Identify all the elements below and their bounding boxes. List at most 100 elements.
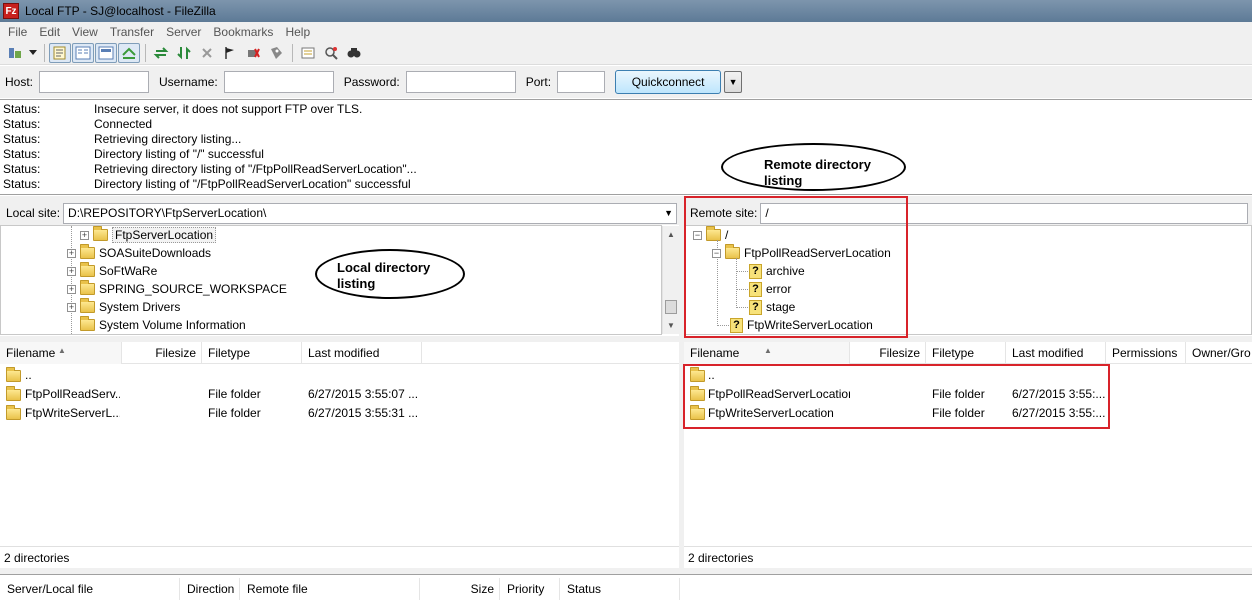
local-tree-item[interactable]: + SPRING_SOURCE_WORKSPACE: [67, 280, 287, 298]
file-row[interactable]: FtpWriteServerL... File folder 6/27/2015…: [0, 404, 679, 423]
toggle-remote-tree-icon: [98, 46, 114, 59]
local-tree-item[interactable]: + SoFtWaRe: [67, 262, 157, 280]
directory-filter-button[interactable]: [265, 43, 287, 63]
column-priority[interactable]: Priority: [500, 578, 560, 600]
cancel-button[interactable]: [196, 43, 218, 63]
log-row: Status: Retrieving directory listing of "…: [0, 162, 1252, 177]
folder-icon: [80, 316, 95, 331]
column-filetype[interactable]: Filetype: [202, 342, 302, 364]
column-filename[interactable]: Filename ▲: [0, 342, 122, 364]
file-type: File folder: [208, 387, 261, 401]
expand-icon[interactable]: +: [67, 266, 76, 276]
refresh-button[interactable]: [150, 43, 172, 63]
toolbar-separator: [292, 43, 293, 62]
column-direction[interactable]: Direction: [180, 578, 240, 600]
toggle-queue-button[interactable]: [118, 42, 140, 63]
column-remote-file[interactable]: Remote file: [240, 578, 420, 600]
process-queue-icon: [177, 46, 191, 59]
expand-icon[interactable]: +: [67, 248, 76, 258]
local-directory-callout: Local directory listing: [315, 249, 465, 299]
menu-bookmarks[interactable]: Bookmarks: [207, 25, 279, 39]
menu-edit[interactable]: Edit: [33, 25, 66, 39]
search-button[interactable]: [343, 43, 365, 63]
toolbar-separator: [145, 43, 146, 62]
remote-file-list-header: Filename ▲ Filesize Filetype Last modifi…: [684, 342, 1252, 364]
file-row[interactable]: ..: [0, 366, 679, 385]
menu-file[interactable]: File: [2, 25, 33, 39]
toggle-message-log-button[interactable]: [49, 42, 71, 63]
folder-icon: [6, 367, 21, 382]
log-message: Directory listing of "/" successful: [94, 147, 264, 161]
scroll-up-icon[interactable]: ▲: [663, 226, 679, 243]
window-title: Local FTP - SJ@localhost - FileZilla: [25, 4, 216, 18]
message-log[interactable]: Status: Insecure server, it does not supp…: [0, 99, 1252, 195]
compare-button[interactable]: [297, 43, 319, 63]
column-status[interactable]: Status: [560, 578, 680, 600]
site-manager-icon: [9, 47, 21, 58]
directory-filter-icon: [271, 46, 282, 59]
column-server-local-file[interactable]: Server/Local file: [0, 578, 180, 600]
file-name: FtpPollReadServ...: [25, 387, 120, 401]
column-size[interactable]: Size: [420, 578, 500, 600]
disconnect-button[interactable]: [219, 43, 241, 63]
site-manager-button[interactable]: [4, 43, 26, 63]
expand-icon[interactable]: +: [67, 302, 76, 312]
host-input[interactable]: [39, 71, 150, 93]
tree-item-label: System Drivers: [99, 300, 181, 314]
folder-icon: [6, 386, 21, 401]
process-queue-button[interactable]: [173, 43, 195, 63]
remote-directory-callout: Remote directory listing: [721, 143, 906, 191]
column-filename[interactable]: Filename ▲: [684, 342, 850, 364]
toggle-remote-tree-button[interactable]: [95, 42, 117, 63]
local-file-list[interactable]: .. FtpPollReadServ... File folder 6/27/2…: [0, 364, 679, 546]
log-row: Status: Retrieving directory listing...: [0, 132, 1252, 147]
local-tree-scrollbar[interactable]: ▲ ▼: [662, 226, 679, 334]
folder-icon: [80, 298, 95, 313]
sync-browse-button[interactable]: [320, 43, 342, 63]
reconnect-button[interactable]: [242, 43, 264, 63]
menu-view[interactable]: View: [66, 25, 104, 39]
scroll-down-icon[interactable]: ▼: [663, 317, 679, 334]
username-input[interactable]: [223, 71, 334, 93]
file-name: FtpWriteServerL...: [25, 406, 120, 420]
tree-item-label: SOASuiteDownloads: [99, 246, 212, 260]
local-tree-item[interactable]: + FtpServerLocation: [67, 226, 217, 244]
remote-status-line: 2 directories: [684, 546, 1252, 568]
log-row: Status: Directory listing of "/" successf…: [0, 147, 1252, 162]
log-type: Status:: [3, 162, 41, 176]
column-filetype[interactable]: Filetype: [926, 342, 1006, 364]
menu-server[interactable]: Server: [160, 25, 207, 39]
scrollbar-thumb[interactable]: [665, 300, 677, 314]
toggle-local-tree-icon: [75, 46, 91, 59]
column-filesize[interactable]: Filesize: [122, 342, 202, 364]
chevron-down-icon[interactable]: ▼: [664, 204, 673, 223]
quickconnect-bar: Host: Username: Password: Port: Quickcon…: [0, 66, 1252, 98]
local-tree-item[interactable]: System Volume Information: [80, 316, 246, 334]
local-tree-item[interactable]: + System Drivers: [67, 298, 180, 316]
column-last-modified[interactable]: Last modified: [302, 342, 422, 364]
local-tree-item[interactable]: + SOASuiteDownloads: [67, 244, 211, 262]
file-row[interactable]: FtpPollReadServ... File folder 6/27/2015…: [0, 385, 679, 404]
password-input[interactable]: [405, 71, 516, 93]
column-permissions[interactable]: Permissions: [1106, 342, 1186, 364]
menu-help[interactable]: Help: [279, 25, 316, 39]
local-path-text: D:\REPOSITORY\FtpServerLocation\: [68, 205, 267, 220]
expand-icon[interactable]: +: [80, 230, 89, 240]
column-owner-group[interactable]: Owner/Gro: [1186, 342, 1252, 364]
log-message: Retrieving directory listing...: [94, 132, 242, 146]
remote-tree-highlight: [684, 196, 908, 338]
transfer-queue[interactable]: Server/Local file Direction Remote file …: [0, 574, 1252, 606]
toggle-local-tree-button[interactable]: [72, 42, 94, 63]
filezilla-icon: Fz: [3, 3, 19, 19]
expand-icon[interactable]: +: [67, 284, 76, 294]
quickconnect-dropdown-button[interactable]: ▼: [724, 71, 743, 93]
column-filesize[interactable]: Filesize: [850, 342, 926, 364]
file-modified: 6/27/2015 3:55:07 ...: [308, 387, 419, 401]
site-manager-dropdown[interactable]: [27, 43, 39, 63]
quickconnect-button[interactable]: Quickconnect: [615, 70, 722, 94]
port-input[interactable]: [557, 71, 606, 93]
column-last-modified[interactable]: Last modified: [1006, 342, 1106, 364]
local-path-combobox[interactable]: D:\REPOSITORY\FtpServerLocation\ ▼: [63, 202, 678, 224]
menu-transfer[interactable]: Transfer: [104, 25, 160, 39]
dropdown-arrow-icon: [29, 49, 37, 55]
